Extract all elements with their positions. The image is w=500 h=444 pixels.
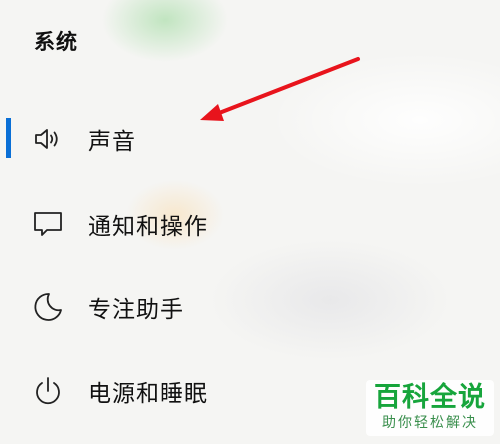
moon-icon [34, 293, 62, 321]
nav-item-label: 专注助手 [88, 297, 184, 323]
nav-item-sound[interactable]: 声音 [0, 111, 360, 167]
nav-item-notifications[interactable]: 通知和操作 [0, 196, 360, 252]
nav-item-focus-assist[interactable]: 专注助手 [0, 279, 360, 335]
nav-item-label: 通知和操作 [88, 214, 208, 240]
nav-item-label: 电源和睡眠 [88, 381, 208, 407]
speaker-icon [35, 129, 58, 149]
watermark-logo: 百科全说 助你轻松解决 [366, 380, 494, 436]
watermark-subtitle: 助你轻松解决 [382, 415, 478, 431]
section-title: 系统 [34, 30, 78, 54]
nav-item-label: 声音 [88, 129, 136, 155]
power-icon [36, 377, 60, 405]
watermark-title: 百科全说 [374, 382, 486, 413]
nav-item-power-sleep[interactable]: 电源和睡眠 [0, 363, 360, 419]
message-icon [34, 212, 62, 236]
